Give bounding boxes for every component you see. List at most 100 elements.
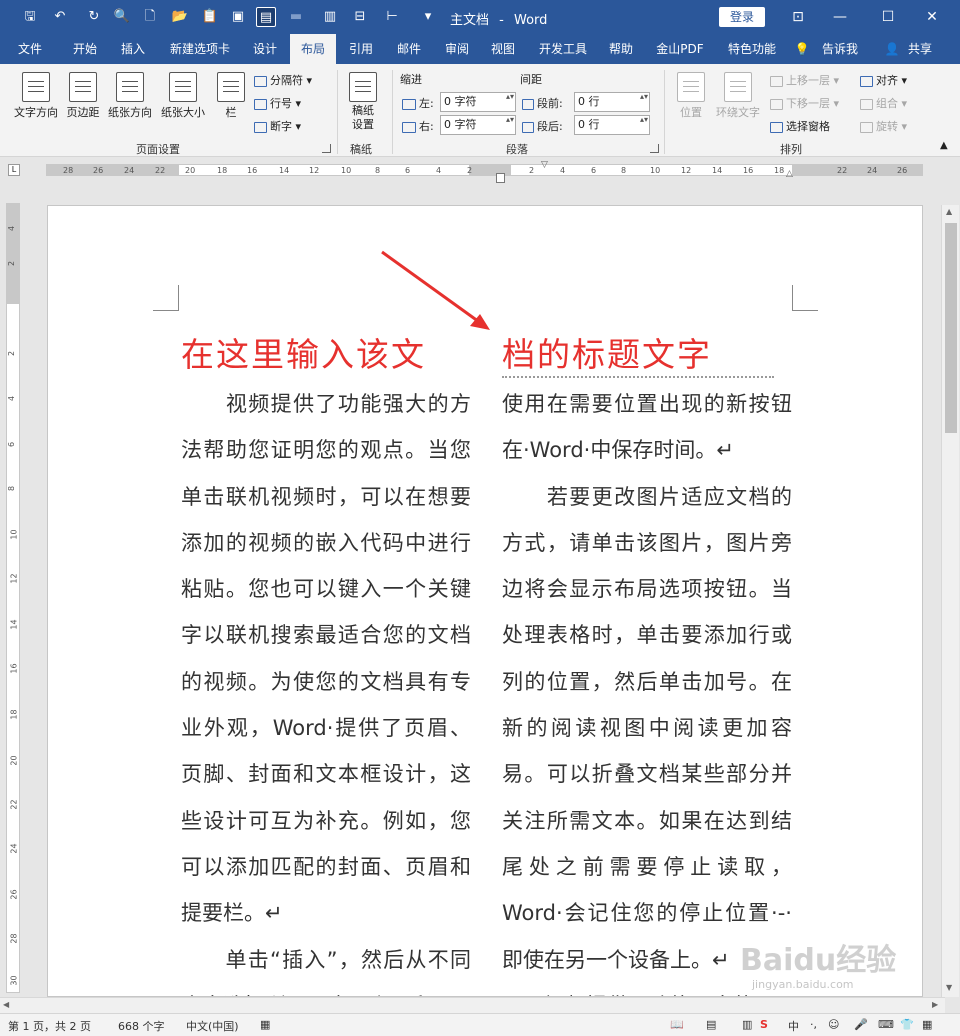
- space-before-input[interactable]: 0 行: [574, 92, 650, 112]
- columns-button[interactable]: 栏: [214, 72, 248, 120]
- customize-icon[interactable]: ▾: [418, 7, 438, 27]
- punctuation-icon[interactable]: ·,: [810, 1018, 817, 1031]
- selection-pane-button[interactable]: 选择窗格: [770, 118, 830, 134]
- close-icon[interactable]: ✕: [912, 6, 952, 28]
- microphone-icon[interactable]: 🎤: [854, 1018, 868, 1031]
- scroll-left-icon[interactable]: ◀: [3, 1000, 9, 1009]
- tab-selector-icon[interactable]: L: [8, 164, 20, 176]
- read-mode-icon[interactable]: 📖: [670, 1018, 684, 1031]
- indent-left-input[interactable]: 0 字符: [440, 92, 516, 112]
- tab-insert[interactable]: 插入: [112, 34, 154, 64]
- tell-me[interactable]: 告诉我: [814, 34, 866, 64]
- paragraph[interactable]: 若要更改图片适应文档的方式，请单击该图片，图片旁边将会显示布局选项按钮。当处理表…: [502, 474, 792, 983]
- toolbox-icon[interactable]: ▦: [922, 1018, 932, 1031]
- paragraph[interactable]: 使用在需要位置出现的新按钮在·Word·中保存时间。↵: [502, 381, 792, 474]
- text-direction-button[interactable]: 文字方向: [8, 72, 64, 120]
- crop-mark: [153, 285, 179, 311]
- group-paragraph: 段落: [506, 143, 528, 156]
- vertical-scroll-thumb[interactable]: [945, 223, 957, 433]
- keyboard-icon[interactable]: ⌨: [878, 1018, 894, 1031]
- columns-icon[interactable]: ▥: [320, 7, 340, 27]
- paragraph[interactable]: 单击“插入”，然后从不同库中选择所需元素。主题和: [181, 937, 471, 996]
- margins-icon[interactable]: ⊟: [350, 7, 370, 27]
- vruler-tick: 14: [9, 619, 19, 630]
- align-button[interactable]: 对齐 ▾: [860, 72, 907, 88]
- paste-icon[interactable]: 📋: [200, 7, 220, 27]
- vertical-scrollbar[interactable]: ▲ ▼: [941, 205, 959, 997]
- tab-help[interactable]: 帮助: [600, 34, 642, 64]
- macro-icon[interactable]: ▦: [260, 1018, 270, 1031]
- document-title-right[interactable]: 档的标题文字: [502, 328, 774, 378]
- orientation-button[interactable]: 纸张方向: [104, 72, 156, 120]
- collapse-ribbon-icon[interactable]: ▲: [940, 140, 948, 151]
- line-numbers-label: 行号: [270, 97, 292, 110]
- breaks-button[interactable]: 分隔符 ▾: [254, 72, 312, 88]
- scroll-right-icon[interactable]: ▶: [932, 1000, 938, 1009]
- paragraph[interactable]: 视频提供了功能强大的方法帮助您证明您的观点。当您单击联机视频时，可以在想要添加的…: [181, 381, 471, 937]
- columns-icon: [217, 72, 245, 102]
- undo-icon[interactable]: ↶: [50, 7, 70, 27]
- text-column-right[interactable]: 使用在需要位置出现的新按钮在·Word·中保存时间。↵ 若要更改图片适应文档的方…: [502, 381, 792, 996]
- scroll-down-icon[interactable]: ▼: [946, 983, 952, 992]
- hyphenation-button[interactable]: 断字 ▾: [254, 118, 301, 134]
- ribbon-display-icon[interactable]: ⊡: [778, 6, 818, 28]
- tab-references[interactable]: 引用: [340, 34, 382, 64]
- manuscript-button[interactable]: 稿纸 设置: [342, 72, 384, 132]
- paragraph[interactable]: 视频提供了功能强大的: [502, 983, 792, 996]
- manuscript-label: 稿纸 设置: [352, 104, 374, 131]
- sogou-ime-icon[interactable]: S: [760, 1018, 768, 1031]
- tab-review[interactable]: 审阅: [436, 34, 478, 64]
- print-layout-icon[interactable]: ▤: [706, 1018, 716, 1031]
- margins-button[interactable]: 页边距: [62, 72, 104, 120]
- tab-layout[interactable]: 布局: [290, 34, 336, 64]
- tab-developer[interactable]: 开发工具: [530, 34, 596, 64]
- indent-marker-icon[interactable]: [496, 173, 505, 183]
- separator: [337, 70, 338, 154]
- print-preview-icon[interactable]: 🔍: [112, 7, 132, 27]
- page-view-icon[interactable]: ▤: [256, 7, 276, 27]
- tab-design[interactable]: 设计: [245, 34, 285, 64]
- horizontal-scrollbar[interactable]: ◀ ▶: [0, 997, 945, 1013]
- web-layout-icon[interactable]: ▥: [742, 1018, 752, 1031]
- emoji-icon[interactable]: ☺: [828, 1018, 839, 1031]
- ime-mode[interactable]: 中: [788, 1018, 799, 1034]
- tab-features[interactable]: 特色功能: [718, 34, 786, 64]
- indent-heading: 缩进: [400, 73, 422, 86]
- word-count[interactable]: 668 个字: [118, 1018, 165, 1034]
- line-numbers-button[interactable]: 行号 ▾: [254, 95, 301, 111]
- tab-new[interactable]: 新建选项卡: [160, 34, 240, 64]
- ruler-tick: 18: [774, 166, 785, 175]
- login-button[interactable]: 登录: [719, 7, 765, 27]
- save-icon[interactable]: 🖫: [20, 7, 40, 27]
- tab-file[interactable]: 文件: [8, 34, 52, 64]
- vertical-ruler[interactable]: 4 2 2 4 6 8 10 12 14 16 18 20 22 24 26 2…: [6, 203, 20, 993]
- align-label: 对齐: [876, 74, 898, 87]
- page-setup-launcher-icon[interactable]: [322, 144, 331, 153]
- paragraph-launcher-icon[interactable]: [650, 144, 659, 153]
- vruler-tick: 20: [9, 755, 19, 766]
- screenshot-icon[interactable]: ▣: [228, 7, 248, 27]
- maximize-icon[interactable]: ☐: [868, 6, 908, 28]
- space-after-input[interactable]: 0 行: [574, 115, 650, 135]
- minimize-icon[interactable]: —: [820, 6, 860, 28]
- skin-icon[interactable]: 👕: [900, 1018, 914, 1031]
- right-indent-icon[interactable]: △: [786, 169, 793, 179]
- new-icon[interactable]: 🗋: [140, 7, 160, 27]
- spacing-icon[interactable]: ⊢: [382, 7, 402, 27]
- tab-kingsoft-pdf[interactable]: 金山PDF: [648, 34, 712, 64]
- ruler-tick: 2: [467, 166, 473, 175]
- tab-view[interactable]: 视图: [482, 34, 524, 64]
- tab-home[interactable]: 开始: [62, 34, 108, 64]
- size-button[interactable]: 纸张大小: [156, 72, 210, 120]
- indent-right-input[interactable]: 0 字符: [440, 115, 516, 135]
- share-button[interactable]: 共享: [900, 34, 940, 64]
- redo-icon[interactable]: ↻: [84, 7, 104, 27]
- page-count[interactable]: 第 1 页，共 2 页: [8, 1018, 91, 1034]
- open-icon[interactable]: 📂: [170, 7, 190, 27]
- first-line-indent-icon[interactable]: ▽: [541, 160, 548, 170]
- scroll-up-icon[interactable]: ▲: [946, 207, 952, 216]
- text-column-left[interactable]: 视频提供了功能强大的方法帮助您证明您的观点。当您单击联机视频时，可以在想要添加的…: [181, 381, 471, 996]
- document-page[interactable]: 在这里输入该文 档的标题文字 视频提供了功能强大的方法帮助您证明您的观点。当您单…: [47, 205, 923, 997]
- tab-mailings[interactable]: 邮件: [388, 34, 430, 64]
- language[interactable]: 中文(中国): [186, 1018, 239, 1034]
